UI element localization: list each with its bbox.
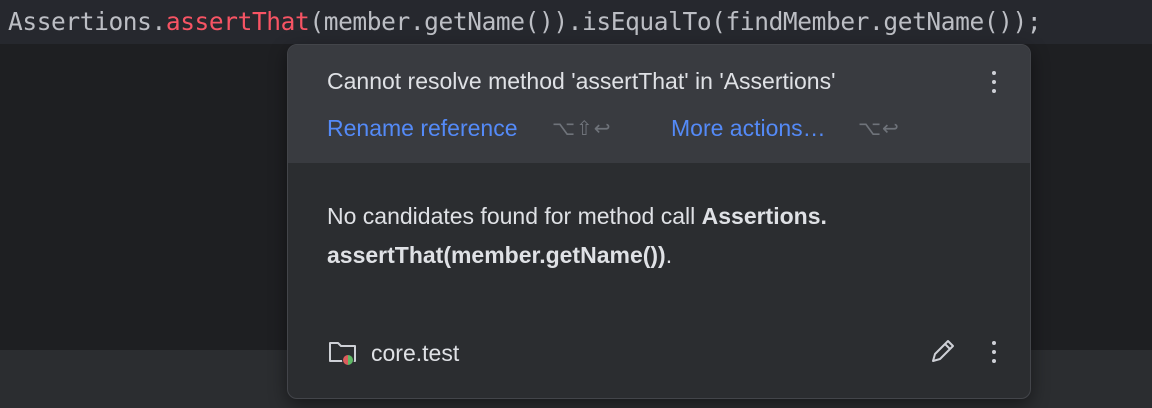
popup-header: Cannot resolve method 'assertThat' in 'A…	[288, 45, 1030, 163]
error-popup: Cannot resolve method 'assertThat' in 'A…	[287, 44, 1031, 399]
rename-reference-shortcut: ⌥⇧↩	[552, 116, 612, 140]
footer-more-vertical-icon[interactable]	[984, 337, 1004, 367]
message-class-name: Assertions.	[701, 203, 827, 229]
edit-pencil-icon[interactable]	[928, 336, 958, 366]
more-vertical-icon[interactable]	[984, 67, 1004, 97]
more-actions-link[interactable]: More actions…	[671, 115, 826, 142]
code-arguments[interactable]: (member.getName()).isEqualTo(findMember.…	[309, 7, 1041, 36]
message-method-call: assertThat(member.getName())	[327, 242, 666, 268]
module-name[interactable]: core.test	[371, 340, 459, 367]
popup-title: Cannot resolve method 'assertThat' in 'A…	[327, 68, 836, 94]
code-assertions-class[interactable]: Assertions.	[8, 7, 166, 36]
message-period: .	[665, 242, 673, 268]
error-description: No candidates found for method call Asse…	[327, 197, 987, 275]
message-text: No candidates found for method call	[327, 203, 702, 229]
test-folder-icon	[329, 342, 356, 366]
code-unresolved-method[interactable]: assertThat	[166, 7, 310, 36]
rename-reference-link[interactable]: Rename reference	[327, 115, 518, 142]
code-line[interactable]: Assertions.assertThat(member.getName()).…	[0, 0, 1152, 44]
more-actions-shortcut: ⌥↩	[858, 116, 900, 140]
